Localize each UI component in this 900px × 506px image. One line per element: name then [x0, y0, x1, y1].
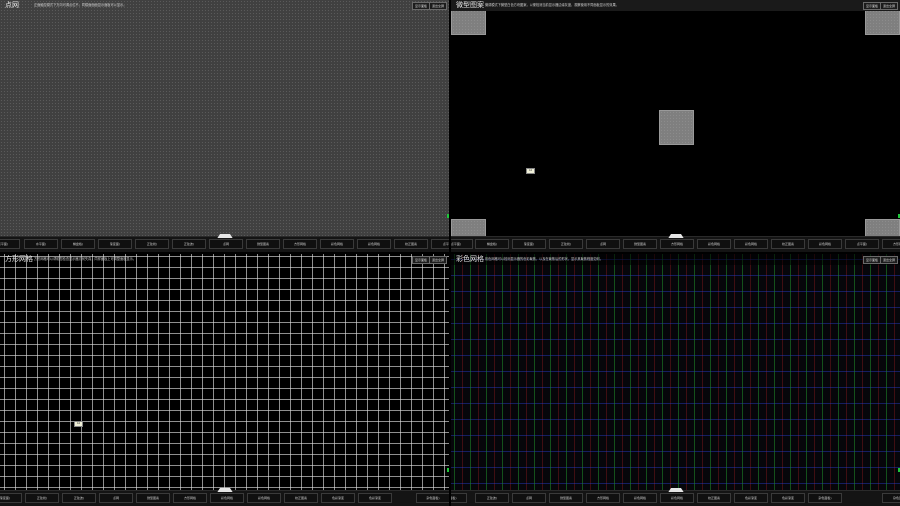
exit-fullscreen-button[interactable]: 退出全屏: [880, 2, 898, 10]
toolbar-item[interactable]: 渐变面): [0, 493, 22, 503]
toolbar-item[interactable]: 正弦线): [135, 239, 169, 249]
toolbar-toggle-tab[interactable]: [668, 234, 684, 238]
toolbar-item[interactable]: 杂色面板): [451, 493, 467, 503]
exit-fullscreen-button[interactable]: 退出全屏: [429, 256, 447, 264]
show-panel-button[interactable]: 显示面板: [412, 2, 430, 10]
panel-title: 微型图案: [456, 1, 484, 9]
toolbar-item[interactable]: 色彩渐变: [771, 493, 805, 503]
toolbar-item[interactable]: 微型图案: [549, 493, 583, 503]
edge-marker: [447, 468, 449, 472]
toolbar-item[interactable]: 彩色网格: [697, 239, 731, 249]
toolbar-item[interactable]: 点平面): [0, 239, 20, 249]
toolbar-item[interactable]: 色彩渐变: [321, 493, 355, 503]
toolbar-toggle-tab[interactable]: [217, 234, 233, 238]
panel-header: 微型图案 微调模式下微型白色方块图案，以便检测当前显示器边缘灰度，观察使用不同面…: [451, 0, 900, 11]
toolbar-item[interactable]: 微型图案: [246, 239, 280, 249]
toolbar-item[interactable]: 彩色网格: [247, 493, 281, 503]
pattern-toolbar: 杂色面板) 正弦波) 点网 微型图案 方形网格 彩色网格 彩色网格 校正图案 色…: [451, 488, 900, 506]
panel-header: 点网 正面触控模式下方向可调点位不，同模面面面显示面板可以显示。 显示面板 退出…: [0, 0, 449, 11]
show-panel-button[interactable]: 显示面板: [863, 256, 881, 264]
toolbar-item[interactable]: 方形网格: [660, 239, 694, 249]
toolbar-item[interactable]: 方形网格: [283, 239, 317, 249]
toolbar-item[interactable]: 方形网格: [882, 239, 900, 249]
toolbar-item[interactable]: 校正图案: [771, 239, 805, 249]
toolbar-item[interactable]: 渐变面): [98, 239, 132, 249]
panel-title: 点网: [5, 1, 19, 9]
toolbar-item[interactable]: 棋盘格): [475, 239, 509, 249]
panel-description: 微调模式下微型白色方块图案，以便检测当前显示器边缘灰度，观察使用不同面板显示的效…: [485, 3, 619, 7]
toolbar-item[interactable]: 杂色面板): [808, 493, 842, 503]
center-grey-square: [659, 110, 694, 145]
exit-fullscreen-button[interactable]: 退出全屏: [880, 256, 898, 264]
toolbar-item[interactable]: 点网: [586, 239, 620, 249]
toolbar-item[interactable]: 渐变面): [512, 239, 546, 249]
micro-pattern-panel: A1 微型图案 微调模式下微型白色方块图案，以便检测当前显示器边缘灰度，观察使用…: [451, 0, 900, 252]
panel-title: 彩色网格: [456, 255, 484, 263]
toolbar-item[interactable]: 微型图案: [623, 239, 657, 249]
toolbar-item[interactable]: 微型图案: [136, 493, 170, 503]
color-grid-panel: 彩色网格 彩色网格可以检测显示器的色彩聚焦，以及在聚焦后的形状，显示其聚焦程度如…: [451, 254, 900, 506]
exit-fullscreen-button[interactable]: 退出全屏: [429, 2, 447, 10]
toolbar-item[interactable]: 正弦波): [172, 239, 206, 249]
toolbar-item[interactable]: 点网: [99, 493, 133, 503]
toolbar-item[interactable]: 校正图案: [697, 493, 731, 503]
toolbar-item[interactable]: 彩色网格: [320, 239, 354, 249]
corner-grey-square: [865, 219, 900, 237]
panel-description: 正面触控模式下方向可调点位不，同模面面面显示面板可以显示。: [34, 3, 127, 7]
panel-description: 方形网格可以帮助您检查显示器几何失真，同样面板上可调整面板显示。: [34, 257, 136, 261]
panel-description: 彩色网格可以检测显示器的色彩聚焦，以及在聚焦后的形状，显示其聚焦程度如何。: [485, 257, 603, 261]
pattern-toolbar: 渐变面) 正弦线) 正弦波) 点网 微型图案 方形网格 彩色网格 彩色网格 校正…: [0, 488, 449, 506]
toolbar-item[interactable]: 点网: [209, 239, 243, 249]
toolbar-item[interactable]: 校正图案: [284, 493, 318, 503]
square-grid-panel: 方形网格 方形网格可以帮助您检查显示器几何失真，同样面板上可调整面板显示。 显示…: [0, 254, 449, 506]
toolbar-item[interactable]: 点平面): [845, 239, 879, 249]
pattern-toolbar: 点平面) 水平面) 棋盘格) 渐变面) 正弦线) 正弦波) 点网 微型图案 方形…: [0, 234, 449, 252]
pattern-toolbar: 点平面) 棋盘格) 渐变面) 正弦线) 点网 微型图案 方形网格 彩色网格 彩色…: [451, 234, 900, 252]
toolbar-item[interactable]: 点平面): [451, 239, 473, 249]
panel-title: 方形网格: [5, 255, 33, 263]
toolbar-item[interactable]: 正弦线): [549, 239, 583, 249]
show-panel-button[interactable]: 显示面板: [412, 256, 430, 264]
toolbar-item[interactable]: 彩色网格: [734, 239, 768, 249]
toolbar-item[interactable]: 点平面): [431, 239, 449, 249]
toolbar-item[interactable]: 色彩渐变: [358, 493, 392, 503]
toolbar-item[interactable]: 水平面): [24, 239, 58, 249]
show-panel-button[interactable]: 显示面板: [863, 2, 881, 10]
panel-header: 彩色网格 彩色网格可以检测显示器的色彩聚焦，以及在聚焦后的形状，显示其聚焦程度如…: [451, 254, 900, 265]
toolbar-toggle-tab[interactable]: [668, 488, 684, 492]
cursor-label: A1: [526, 168, 535, 174]
toolbar-item[interactable]: 杂色面板): [416, 493, 449, 503]
edge-marker: [447, 214, 449, 218]
cursor-label: A1: [74, 421, 83, 427]
panel-header: 方形网格 方形网格可以帮助您检查显示器几何失真，同样面板上可调整面板显示。 显示…: [0, 254, 449, 265]
toolbar-item[interactable]: 正弦波): [62, 493, 96, 503]
toolbar-item[interactable]: 点网: [512, 493, 546, 503]
toolbar-item[interactable]: 正弦线): [25, 493, 59, 503]
toolbar-item[interactable]: 彩色网格: [357, 239, 391, 249]
toolbar-item[interactable]: 彩色网格: [623, 493, 657, 503]
toolbar-toggle-tab[interactable]: [217, 488, 233, 492]
dot-grid-panel: 点网 正面触控模式下方向可调点位不，同模面面面显示面板可以显示。 显示面板 退出…: [0, 0, 449, 252]
toolbar-item[interactable]: 彩色网格: [660, 493, 694, 503]
toolbar-item[interactable]: 色彩渐变: [734, 493, 768, 503]
corner-grey-square: [451, 219, 486, 237]
toolbar-item[interactable]: 杂色面板: [882, 493, 900, 503]
toolbar-item[interactable]: 彩色网格: [808, 239, 842, 249]
toolbar-item[interactable]: 校正图案: [394, 239, 428, 249]
toolbar-item[interactable]: 彩色网格: [210, 493, 244, 503]
toolbar-item[interactable]: 正弦波): [475, 493, 509, 503]
toolbar-item[interactable]: 方形网格: [586, 493, 620, 503]
toolbar-item[interactable]: 棋盘格): [61, 239, 95, 249]
toolbar-item[interactable]: 方形网格: [173, 493, 207, 503]
